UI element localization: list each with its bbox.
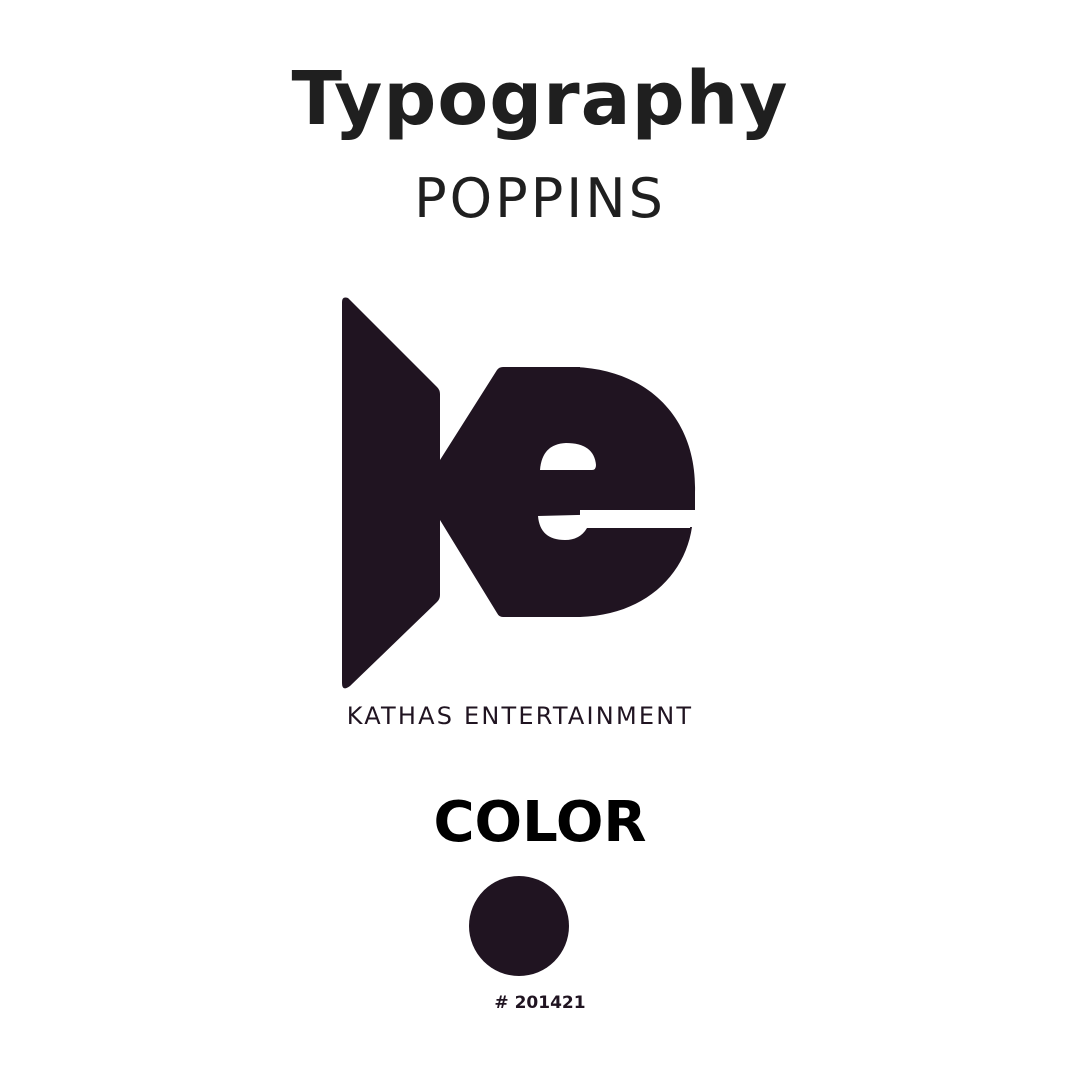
color-heading: COLOR [433, 790, 647, 855]
typography-heading: Typography [291, 56, 789, 142]
ke-monogram-logo-icon [342, 297, 696, 689]
logo-wordmark: KATHAS ENTERTAINMENT [346, 702, 694, 730]
color-swatch [469, 876, 569, 976]
font-name: POPPINS [414, 167, 666, 230]
logo-k-shape [342, 297, 580, 689]
logo-e-bowl [575, 367, 696, 617]
color-hex-label: # 201421 [494, 993, 586, 1013]
